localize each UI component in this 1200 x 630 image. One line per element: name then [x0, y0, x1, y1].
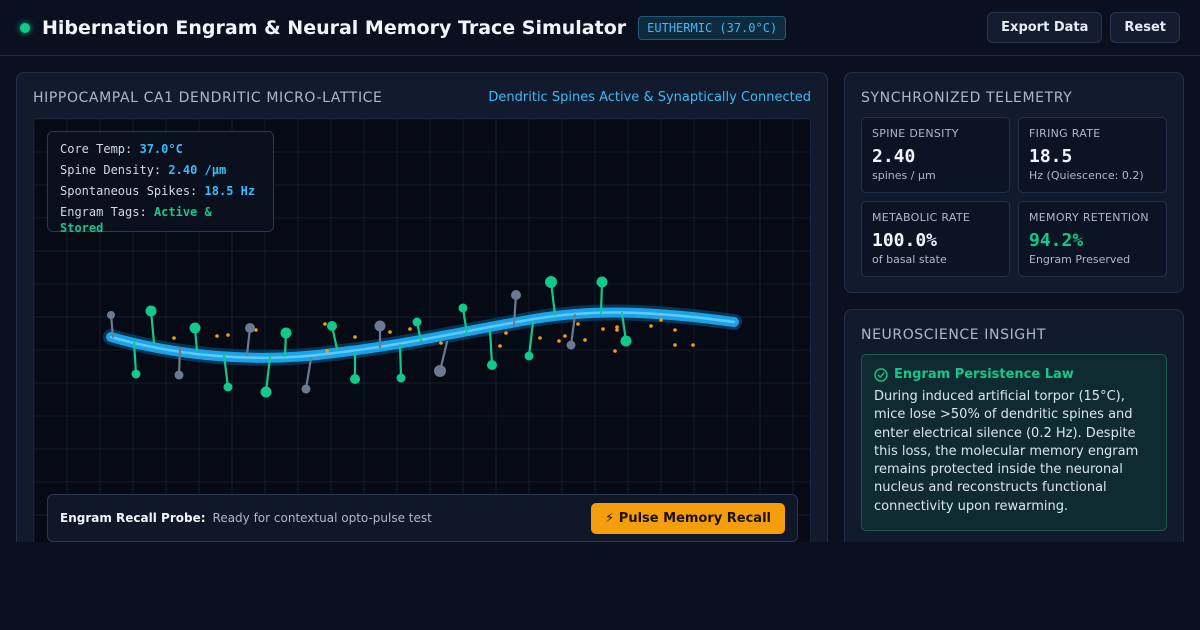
stat-sub: of basal state: [872, 253, 947, 266]
stat-spine-density: SPINE DENSITY 2.40 spines / µm: [861, 117, 1010, 193]
probe-label: Engram Recall Probe:: [60, 511, 206, 525]
stat-value: 100.0%: [872, 230, 938, 251]
stat-label: MEMORY RETENTION: [1029, 211, 1149, 224]
header-actions: Export Data Reset: [987, 12, 1180, 43]
vesicle: [576, 322, 580, 326]
vesicle: [583, 338, 587, 342]
vesicle: [557, 339, 561, 343]
telemetry-panel: SYNCHRONIZED TELEMETRY SPINE DENSITY 2.4…: [844, 72, 1184, 293]
inactive-spine-head: [245, 323, 255, 333]
vesicle: [226, 333, 230, 337]
vesicle: [323, 322, 327, 326]
app-header: Hibernation Engram & Neural Memory Trace…: [0, 0, 1200, 56]
active-spine-head: [350, 374, 360, 384]
stat-value: 94.2%: [1029, 230, 1084, 251]
vesicle: [691, 343, 695, 347]
vesicle: [504, 331, 508, 335]
active-spine-head: [524, 351, 534, 361]
stat-label: SPINE DENSITY: [872, 127, 959, 140]
active-spine-head: [327, 321, 337, 331]
vesicle: [613, 349, 617, 353]
stat-sub: spines / µm: [872, 169, 936, 182]
core-temp-value: 37.0°C: [139, 142, 183, 156]
vesicle: [388, 330, 392, 334]
recall-probe-bar: Engram Recall Probe: Ready for contextua…: [47, 494, 798, 542]
vesicle: [563, 334, 567, 338]
insight-body: During induced artificial torpor (15°C),…: [874, 389, 1139, 514]
insight-panel: NEUROSCIENCE INSIGHT Engram Persistence …: [844, 309, 1184, 552]
stat-metabolic-rate: METABOLIC RATE 100.0% of basal state: [861, 201, 1010, 277]
vesicle: [172, 336, 176, 340]
pulse-memory-recall-button[interactable]: ⚡ Pulse Memory Recall: [591, 502, 785, 534]
temperature-badge: EUTHERMIC (37.0°C): [638, 15, 787, 40]
active-spine-head: [458, 303, 468, 313]
active-spine-head: [596, 276, 608, 288]
spikes-label: Spontaneous Spikes:: [60, 184, 198, 198]
vesicle: [673, 343, 677, 347]
vesicle: [649, 324, 653, 328]
vesicle: [498, 344, 502, 348]
vesicle: [601, 327, 605, 331]
vesicle: [353, 335, 357, 339]
reset-button[interactable]: Reset: [1110, 12, 1180, 43]
active-spine-head: [223, 382, 233, 392]
stat-label: METABOLIC RATE: [872, 211, 971, 224]
insight-title: NEUROSCIENCE INSIGHT: [861, 327, 1047, 343]
status-indicator: [20, 22, 30, 33]
stat-label: FIRING RATE: [1029, 127, 1101, 140]
stat-memory-retention: MEMORY RETENTION 94.2% Engram Preserved: [1018, 201, 1167, 277]
telemetry-title: SYNCHRONIZED TELEMETRY: [861, 90, 1073, 106]
stat-value: 2.40: [872, 146, 916, 167]
inactive-spine-head: [301, 384, 311, 394]
probe-status: Ready for contextual opto-pulse test: [212, 511, 432, 525]
check-circle-icon: [874, 367, 888, 382]
stat-sub: Engram Preserved: [1029, 253, 1131, 266]
insight-card: Engram Persistence Law During induced ar…: [861, 354, 1167, 531]
page-title: Hibernation Engram & Neural Memory Trace…: [42, 16, 627, 39]
inactive-spine-head: [107, 311, 115, 319]
vesicle: [408, 327, 412, 331]
stat-value: 18.5: [1029, 146, 1073, 167]
insight-heading: Engram Persistence Law: [894, 367, 1074, 382]
spikes-value: 18.5 Hz: [204, 184, 256, 198]
core-temp-label: Core Temp:: [60, 142, 133, 156]
active-spine-head: [145, 305, 157, 317]
dendrite-status: Dendritic Spines Active & Synaptically C…: [488, 90, 811, 105]
inactive-spine-head: [434, 365, 446, 377]
dendrite-visualization[interactable]: Core Temp: 37.0°C Spine Density: 2.40 /µ…: [33, 118, 811, 548]
active-spine-neck: [488, 328, 494, 367]
active-spine-neck: [398, 343, 403, 380]
inactive-spine-head: [374, 320, 386, 332]
active-spine-head: [131, 369, 141, 379]
active-spine-head: [280, 327, 292, 339]
spine-density-label: Spine Density:: [60, 163, 162, 177]
inactive-spine-head: [566, 340, 576, 350]
active-spine-head: [260, 386, 272, 398]
inactive-spine-head: [174, 370, 184, 380]
inactive-spine-head: [511, 290, 521, 300]
vesicle: [615, 328, 619, 332]
active-spine-head: [620, 335, 632, 347]
stat-firing-rate: FIRING RATE 18.5 Hz (Quiescence: 0.2): [1018, 117, 1167, 193]
spine-density-value: 2.40 /µm: [168, 163, 227, 177]
dendrite-panel: HIPPOCAMPAL CA1 DENDRITIC MICRO-LATTICE …: [16, 72, 828, 552]
vesicle: [325, 349, 329, 353]
stat-sub: Hz (Quiescence: 0.2): [1029, 169, 1144, 182]
engram-label: Engram Tags:: [60, 205, 147, 219]
readout-overlay: Core Temp: 37.0°C Spine Density: 2.40 /µ…: [47, 131, 274, 235]
active-spine-head: [412, 317, 422, 327]
vesicle: [439, 341, 443, 345]
vesicle: [215, 334, 219, 338]
export-data-button[interactable]: Export Data: [987, 12, 1103, 43]
vesicle: [673, 328, 677, 332]
dendrite-panel-title: HIPPOCAMPAL CA1 DENDRITIC MICRO-LATTICE: [33, 90, 383, 106]
active-spine-head: [396, 373, 406, 383]
active-spine-head: [487, 360, 497, 370]
active-spine-head: [545, 276, 557, 288]
page-footer-area: [0, 542, 1200, 630]
vesicle: [659, 318, 663, 322]
active-spine-head: [189, 322, 201, 334]
vesicle: [538, 336, 542, 340]
